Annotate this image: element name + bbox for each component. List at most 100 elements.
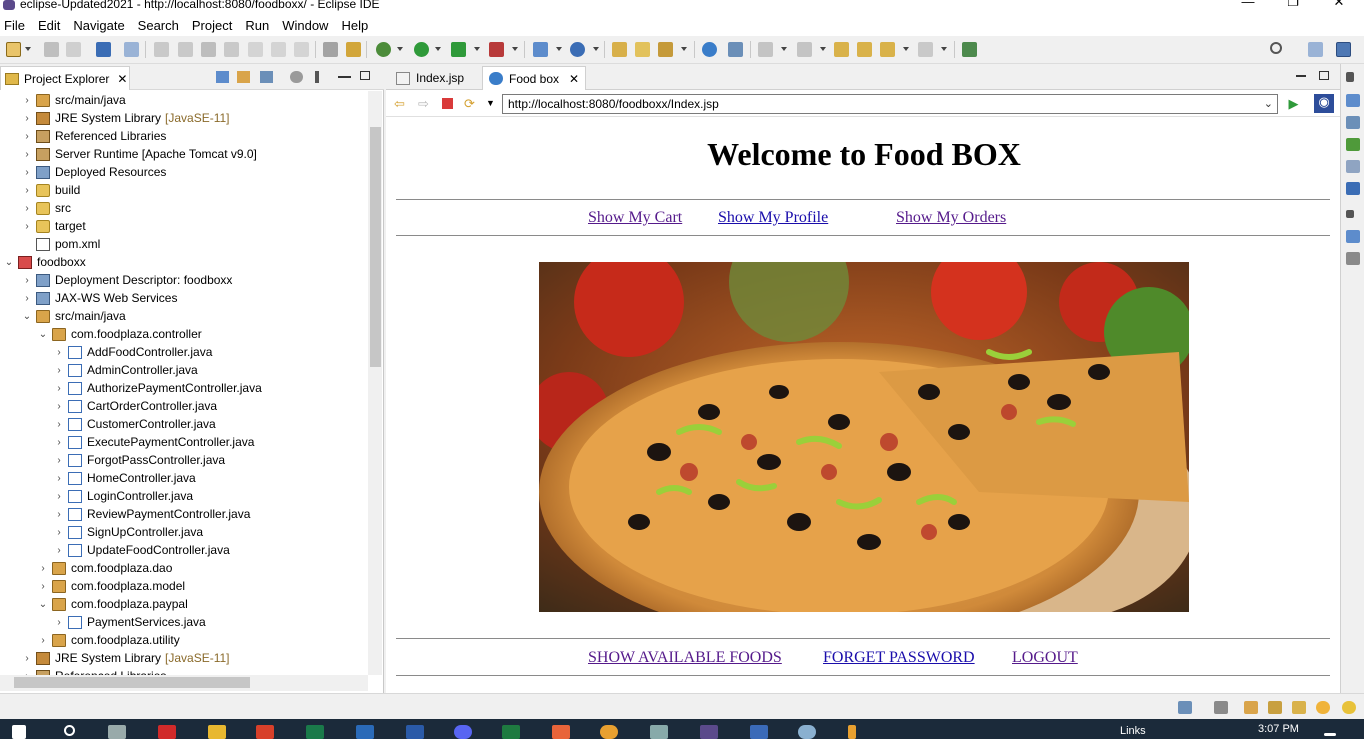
new-icon[interactable]	[6, 42, 21, 57]
pencil-icon[interactable]	[1292, 701, 1306, 714]
next-annotation-icon[interactable]	[758, 42, 773, 57]
forward-dropdown-icon[interactable]	[941, 47, 947, 51]
tree-item[interactable]: › UpdateFoodController.java	[54, 541, 229, 559]
chevron-right-icon[interactable]: ›	[22, 131, 32, 142]
chevron-down-icon[interactable]: ⌄	[38, 599, 48, 610]
menu-edit[interactable]: Edit	[38, 18, 60, 33]
tree-item[interactable]: › AuthorizePaymentController.java	[54, 379, 261, 397]
save-all-icon[interactable]	[66, 42, 81, 57]
chevron-right-icon[interactable]: ›	[54, 509, 64, 520]
file-explorer-icon[interactable]	[208, 725, 226, 739]
console-view-icon[interactable]	[1346, 182, 1360, 195]
ws-icon[interactable]	[306, 725, 324, 739]
run-icon[interactable]	[414, 42, 429, 57]
show-my-profile-link[interactable]: Show My Profile	[718, 209, 828, 227]
restore-icon[interactable]	[1346, 72, 1354, 82]
collapse-all-icon[interactable]	[216, 71, 229, 83]
show-available-foods-link[interactable]: SHOW AVAILABLE FOODS	[588, 649, 782, 667]
chevron-down-icon[interactable]: ⌄	[1264, 95, 1273, 113]
external-tools-icon[interactable]	[489, 42, 504, 57]
last-edit-location-icon[interactable]	[834, 42, 849, 57]
project-explorer-tab[interactable]: Project Explorer ✕	[0, 66, 130, 90]
use-step-filters-icon[interactable]	[346, 42, 361, 57]
tree-item[interactable]: › com.foodplaza.utility	[38, 631, 179, 649]
chevron-right-icon[interactable]: ›	[54, 347, 64, 358]
chevron-down-icon[interactable]: ⌄	[22, 311, 32, 322]
tab-index-jsp[interactable]: Index.jsp	[390, 66, 470, 90]
app-icon[interactable]	[552, 725, 570, 739]
tree-item[interactable]: › Deployment Descriptor: foodboxx	[22, 271, 232, 289]
tree-item[interactable]: › CartOrderController.java	[54, 397, 217, 415]
java-ee-perspective-icon[interactable]	[1336, 42, 1351, 57]
chrome-icon[interactable]	[600, 725, 618, 739]
app-icon[interactable]	[848, 725, 856, 739]
chevron-right-icon[interactable]: ›	[54, 545, 64, 556]
step-return-icon[interactable]	[294, 42, 309, 57]
tree-item[interactable]: › ForgotPassController.java	[54, 451, 225, 469]
chevron-right-icon[interactable]: ›	[38, 563, 48, 574]
search-dropdown-icon[interactable]	[681, 47, 687, 51]
minimize-view-icon[interactable]	[338, 76, 351, 78]
tree-item[interactable]: › com.foodplaza.model	[38, 577, 185, 595]
tree-item[interactable]: ⌄ foodboxx	[4, 253, 86, 271]
new-class-icon[interactable]	[570, 42, 585, 57]
markers-view-icon[interactable]	[1346, 138, 1360, 151]
data-source-explorer-icon[interactable]	[1346, 252, 1360, 265]
show-my-cart-link[interactable]: Show My Cart	[588, 209, 682, 227]
chevron-right-icon[interactable]: ›	[22, 203, 32, 214]
notifications-icon[interactable]	[1324, 733, 1336, 736]
task-list-icon[interactable]	[1346, 116, 1360, 129]
app-icon[interactable]	[256, 725, 274, 739]
excel-icon[interactable]	[502, 725, 520, 739]
chevron-right-icon[interactable]: ›	[22, 149, 32, 160]
suspend-icon[interactable]	[178, 42, 193, 57]
maximize-button[interactable]: ❐	[1273, 0, 1313, 12]
chevron-right-icon[interactable]: ›	[22, 185, 32, 196]
task-view-icon[interactable]	[108, 725, 126, 739]
forget-password-link[interactable]: FORGET PASSWORD	[823, 649, 975, 667]
app-5-icon[interactable]	[158, 725, 176, 739]
chevron-down-icon[interactable]: ▼	[483, 96, 498, 111]
search-icon[interactable]	[1270, 42, 1282, 54]
tree-item[interactable]: › src	[22, 199, 71, 217]
chevron-right-icon[interactable]: ›	[22, 167, 32, 178]
chevron-right-icon[interactable]: ›	[54, 491, 64, 502]
maximize-view-icon[interactable]	[360, 71, 370, 80]
go-icon[interactable]: ▶	[1286, 96, 1301, 111]
next-annotation-dropdown-icon[interactable]	[781, 47, 787, 51]
chevron-down-icon[interactable]: ⌄	[38, 329, 48, 340]
chevron-right-icon[interactable]: ›	[22, 653, 32, 664]
chevron-right-icon[interactable]: ›	[22, 275, 32, 286]
previous-annotation-dropdown-icon[interactable]	[820, 47, 826, 51]
chevron-right-icon[interactable]: ›	[54, 401, 64, 412]
tree-item[interactable]: › JAX-WS Web Services	[22, 289, 177, 307]
external-tools-dropdown-icon[interactable]	[512, 47, 518, 51]
tree-item[interactable]: › target	[22, 217, 85, 235]
tab-food-box[interactable]: Food box ✕	[482, 66, 587, 90]
chevron-right-icon[interactable]: ›	[54, 527, 64, 538]
smiley-icon[interactable]	[1316, 701, 1330, 714]
skip-breakpoints-icon[interactable]	[124, 42, 139, 57]
tree-item[interactable]: › Referenced Libraries	[22, 127, 166, 145]
minimize-button[interactable]: —	[1228, 0, 1268, 12]
new-dropdown-icon[interactable]	[25, 47, 31, 51]
stop-icon[interactable]	[440, 96, 455, 111]
tree-item[interactable]: › Deployed Resources	[22, 163, 166, 181]
chevron-right-icon[interactable]: ›	[54, 365, 64, 376]
chevron-right-icon[interactable]: ›	[22, 293, 32, 304]
tree-item[interactable]: › AdminController.java	[54, 361, 197, 379]
open-browser-icon[interactable]	[702, 42, 717, 57]
word-icon[interactable]	[406, 725, 424, 739]
new-java-project-icon[interactable]	[533, 42, 548, 57]
focus-on-active-task-icon[interactable]	[290, 71, 303, 83]
minimize-editor-icon[interactable]	[1296, 75, 1306, 77]
lightbulb-icon[interactable]	[1342, 701, 1356, 714]
tree-item[interactable]: › ExecutePaymentController.java	[54, 433, 254, 451]
search-icon[interactable]	[64, 725, 75, 736]
chevron-down-icon[interactable]: ⌄	[4, 257, 14, 268]
chevron-right-icon[interactable]: ›	[54, 473, 64, 484]
refresh-icon[interactable]: ⟳	[462, 96, 477, 111]
close-icon[interactable]: ✕	[117, 72, 127, 86]
tips-icon[interactable]	[1268, 701, 1282, 714]
tree-item[interactable]: › CustomerController.java	[54, 415, 215, 433]
